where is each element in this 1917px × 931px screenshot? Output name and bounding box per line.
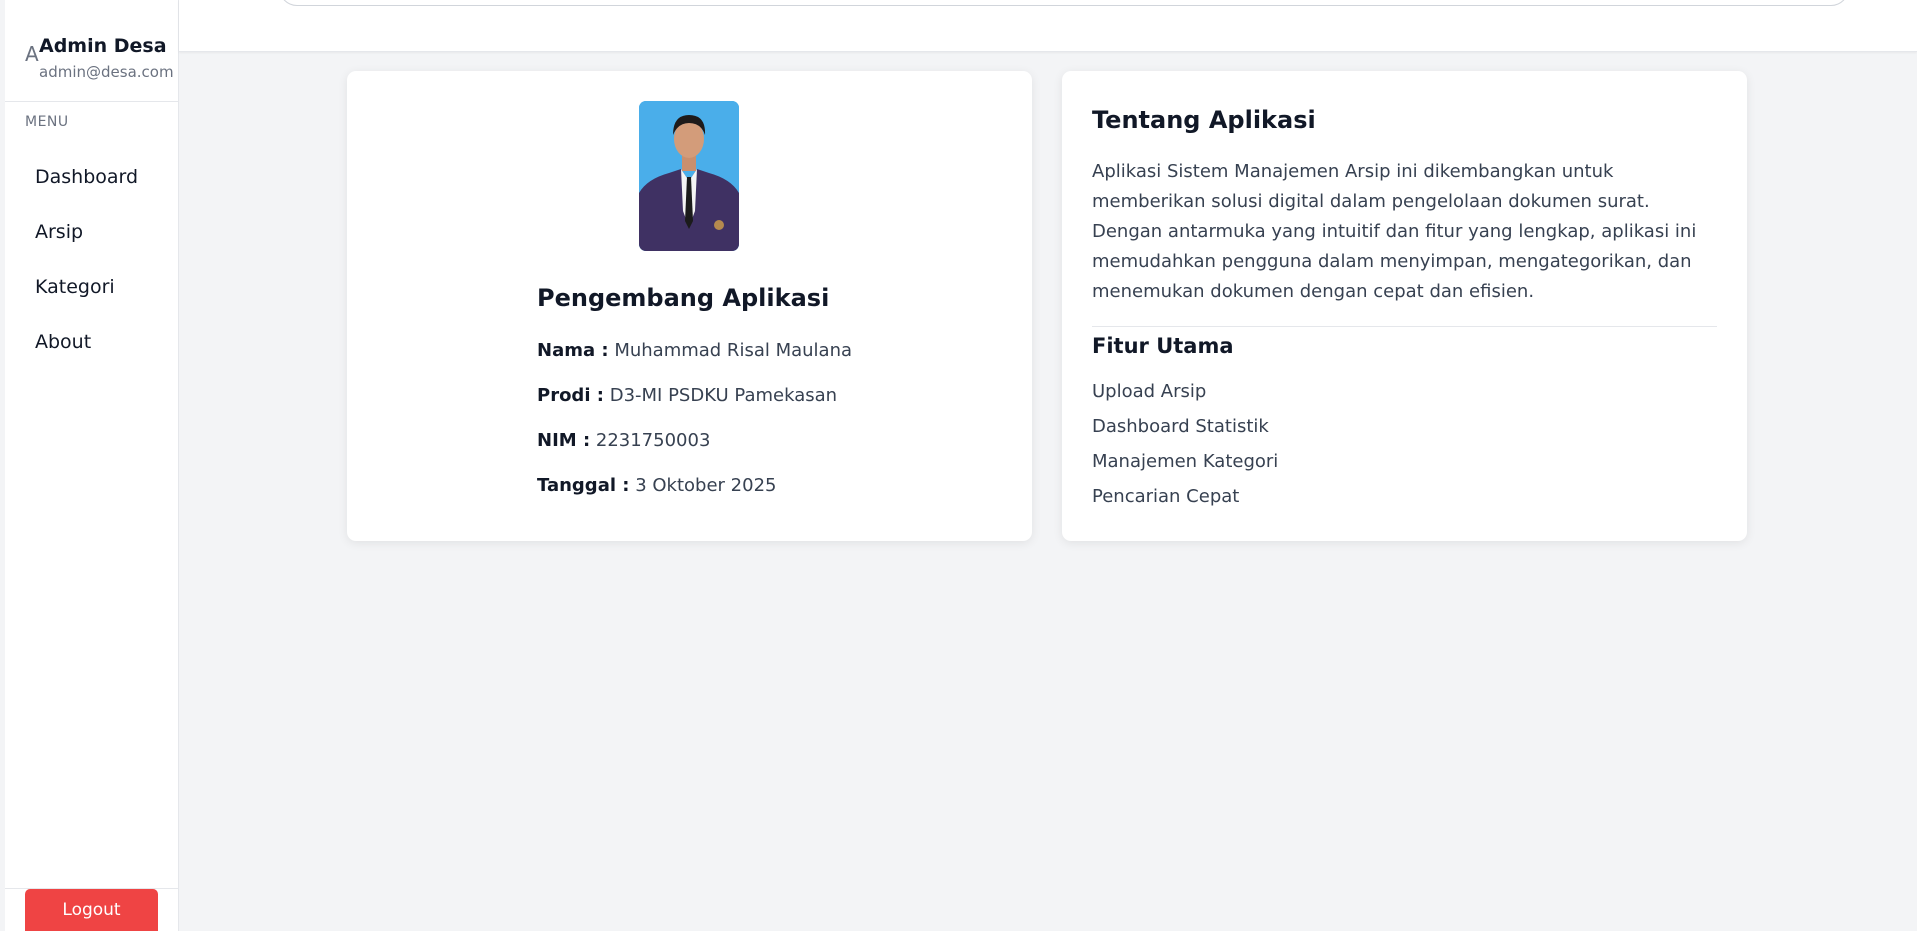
- sidebar-item-dashboard[interactable]: Dashboard: [35, 166, 138, 188]
- top-bar: [179, 0, 1917, 52]
- feature-item: Manajemen Kategori: [1092, 451, 1279, 472]
- developer-prodi: Prodi : D3-MI PSDKU Pamekasan: [537, 385, 837, 407]
- developer-card: Pengembang Aplikasi Nama : Muhammad Risa…: [347, 71, 1032, 541]
- nim-value: 2231750003: [595, 430, 711, 451]
- feature-item: Pencarian Cepat: [1092, 486, 1240, 507]
- sidebar-item-about[interactable]: About: [35, 331, 91, 353]
- feature-item: Upload Arsip: [1092, 381, 1207, 402]
- about-description: Aplikasi Sistem Manajemen Arsip ini dike…: [1092, 161, 1697, 302]
- developer-nama: Nama : Muhammad Risal Maulana: [537, 340, 852, 362]
- nama-label: Nama :: [537, 340, 609, 361]
- prodi-label: Prodi :: [537, 385, 604, 406]
- divider: [1092, 326, 1717, 327]
- tanggal-value: 3 Oktober 2025: [635, 475, 777, 496]
- logout-button[interactable]: Logout: [25, 889, 158, 931]
- developer-photo: [639, 101, 739, 251]
- avatar: A: [25, 42, 39, 66]
- developer-title: Pengembang Aplikasi: [537, 284, 830, 312]
- menu-label: MENU: [25, 114, 69, 130]
- nim-label: NIM :: [537, 430, 591, 451]
- developer-nim: NIM : 2231750003: [537, 430, 710, 452]
- user-profile: A Admin Desa admin@desa.com: [5, 0, 178, 102]
- admin-name: Admin Desa: [39, 35, 167, 57]
- sidebar-item-kategori[interactable]: Kategori: [35, 276, 115, 298]
- features-title: Fitur Utama: [1092, 334, 1234, 358]
- admin-email: admin@desa.com: [39, 63, 174, 81]
- tanggal-label: Tanggal :: [537, 475, 630, 496]
- search-bar[interactable]: [279, 0, 1849, 6]
- prodi-value: D3-MI PSDKU Pamekasan: [609, 385, 838, 406]
- feature-item: Dashboard Statistik: [1092, 416, 1269, 437]
- about-title: Tentang Aplikasi: [1092, 106, 1316, 134]
- developer-tanggal: Tanggal : 3 Oktober 2025: [537, 475, 777, 497]
- sidebar: A Admin Desa admin@desa.com MENU Dashboa…: [5, 0, 179, 931]
- nama-value: Muhammad Risal Maulana: [614, 340, 853, 361]
- about-card: Tentang Aplikasi Aplikasi Sistem Manajem…: [1062, 71, 1747, 541]
- sidebar-item-arsip[interactable]: Arsip: [35, 221, 83, 243]
